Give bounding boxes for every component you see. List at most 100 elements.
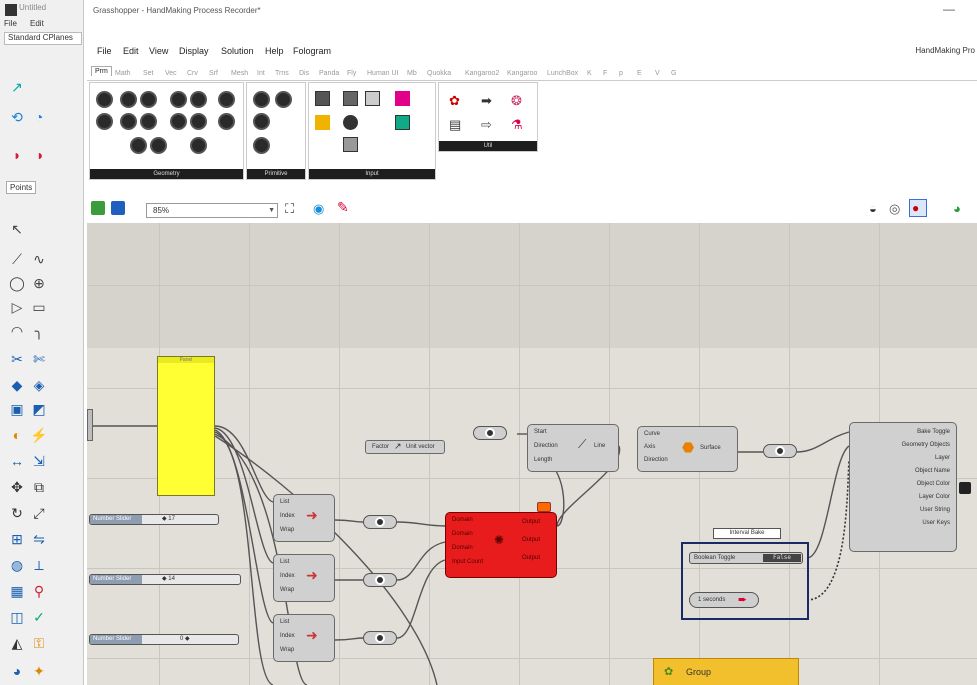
cache-param-icon[interactable]	[150, 137, 167, 154]
pin-icon[interactable]: ⚲	[30, 582, 48, 600]
slider-input-icon[interactable]	[315, 91, 330, 106]
yellow-panel[interactable]: Panel	[157, 356, 215, 496]
menu-view[interactable]: View	[149, 46, 168, 56]
tab-sets[interactable]: Set	[143, 70, 154, 77]
timer-component[interactable]: 1 seconds ➨	[689, 592, 759, 608]
text-icon[interactable]: ⇲	[30, 452, 48, 470]
box-icon[interactable]: ▣	[8, 400, 26, 418]
tab-f[interactable]: F	[603, 70, 607, 77]
menu-file[interactable]: File	[97, 46, 112, 56]
measure-icon[interactable]: ⟂	[30, 556, 48, 574]
list-input-icon[interactable]	[365, 91, 380, 106]
pointer-icon[interactable]: ↖	[8, 220, 26, 238]
canvas-edge-component[interactable]	[87, 409, 93, 441]
tab-panda[interactable]: Panda	[319, 70, 339, 77]
zoom-extents-icon[interactable]: ⛶	[285, 201, 294, 217]
polyline-icon[interactable]: ⟋	[8, 250, 26, 268]
lock-icon[interactable]: ⚿	[30, 634, 48, 652]
geometry-param-icon[interactable]	[218, 113, 235, 130]
red-error-component[interactable]: Domain Domain Domain Input Count ✺ Outpu…	[445, 512, 557, 578]
preview-wire-icon[interactable]: ◎	[889, 201, 900, 217]
tab-fly[interactable]: Fly	[347, 70, 356, 77]
bead-icon[interactable]: ❂	[511, 93, 522, 109]
number-param-icon[interactable]	[253, 113, 270, 130]
extrude-component[interactable]: Curve Axis Direction ⬣ Surface	[637, 426, 738, 472]
number-slider-2[interactable]: Number Slider ◆ 14	[89, 574, 241, 585]
bake-component[interactable]: Bake Toggle Geometry Objects Layer Objec…	[849, 422, 957, 552]
number-slider-1[interactable]: Number Slider ◆ 17	[89, 514, 219, 525]
options-icon[interactable]: ◕	[8, 662, 26, 680]
pipeline-param-icon[interactable]	[190, 137, 207, 154]
check-icon[interactable]: ✓	[30, 608, 48, 626]
grid-icon[interactable]: ▦	[8, 582, 26, 600]
sketch-pen-icon[interactable]: ✎	[337, 199, 349, 216]
solid-icon[interactable]: ◩	[30, 400, 48, 418]
tab-lunchbox[interactable]: LunchBox	[547, 70, 578, 77]
data-dam-icon[interactable]: ▤	[449, 117, 461, 133]
surface-icon[interactable]: ◆	[8, 376, 26, 394]
circle-center-icon[interactable]: ⊕	[30, 274, 48, 292]
relay-node-5[interactable]	[763, 444, 797, 458]
toggle-input-icon[interactable]	[343, 115, 358, 130]
tab-e[interactable]: E	[637, 70, 642, 77]
tab-kangaroo2[interactable]: Kangaroo2	[465, 70, 499, 77]
tab-curve[interactable]: Crv	[187, 70, 198, 77]
tab-display[interactable]: Dis	[299, 70, 309, 77]
polygon-icon[interactable]: ▷	[8, 298, 26, 316]
tab-g[interactable]: G	[671, 70, 676, 77]
loft-icon[interactable]: ◈	[30, 376, 48, 394]
save-file-icon[interactable]	[111, 201, 125, 215]
menu-fologram[interactable]: Fologram	[293, 46, 331, 56]
relay-node-3[interactable]	[363, 631, 397, 645]
trim-icon[interactable]: ✂	[8, 350, 26, 368]
layer-icon[interactable]: ◫	[8, 608, 26, 626]
tab-mb[interactable]: Mb	[407, 70, 417, 77]
shaded-view-icon[interactable]: ◗	[8, 146, 26, 164]
boolean-icon[interactable]: ◐	[8, 426, 26, 444]
menu-edit[interactable]: Edit	[123, 46, 139, 56]
rhino-tab-standard[interactable]: Standard CPlanes	[4, 32, 82, 45]
integer-param-icon[interactable]	[253, 137, 270, 154]
points-checkbox[interactable]: Points	[6, 181, 37, 194]
tab-maths[interactable]: Math	[115, 70, 131, 77]
tab-quokka[interactable]: Quokka	[427, 70, 451, 77]
colour-swatch-icon[interactable]	[395, 91, 410, 106]
arc-icon[interactable]: ◠	[8, 322, 26, 340]
tab-kangaroo[interactable]: Kangaroo	[507, 70, 537, 77]
curve-icon[interactable]: ∿	[30, 250, 48, 268]
dimension-icon[interactable]: ↔	[8, 452, 26, 470]
boolean-param-icon[interactable]	[253, 91, 270, 108]
list-item-component-2[interactable]: List Index Wrap ➜	[273, 554, 335, 602]
relay-arrow-icon[interactable]: ⇨	[481, 117, 492, 133]
tab-mesh[interactable]: Mesh	[231, 70, 248, 77]
fillet-icon[interactable]: ╮	[30, 322, 48, 340]
number-slider-3[interactable]: Number Slider 0 ◆	[89, 634, 239, 645]
tab-v[interactable]: V	[655, 70, 660, 77]
button-input-icon[interactable]	[315, 115, 330, 130]
cherry-icon[interactable]: ✿	[449, 93, 460, 109]
text-param-icon[interactable]	[275, 91, 292, 108]
rhino-menu-edit[interactable]: Edit	[30, 19, 44, 28]
brep-param-icon[interactable]	[140, 113, 157, 130]
document-preview-icon[interactable]: ◕	[953, 201, 961, 216]
preview-shaded-icon[interactable]: ◒	[869, 201, 877, 216]
menu-solution[interactable]: Solution	[221, 46, 254, 56]
relay-node-2[interactable]	[363, 573, 397, 587]
line-param-icon[interactable]	[170, 91, 187, 108]
circle-icon[interactable]: ◯	[8, 274, 26, 292]
tab-vector[interactable]: Vec	[165, 70, 177, 77]
unit-vector-component[interactable]: Factor ↗ Unit vector	[365, 440, 445, 454]
curve-param-icon[interactable]	[96, 113, 113, 130]
open-file-icon[interactable]	[91, 201, 105, 215]
tab-params[interactable]: Prm	[91, 66, 112, 76]
mesh-param-icon[interactable]	[170, 113, 187, 130]
vector-param-icon[interactable]	[120, 91, 137, 108]
minimize-button[interactable]: —	[943, 2, 955, 16]
rotate-view-icon[interactable]: ⟲	[8, 108, 26, 126]
tab-human-ui[interactable]: Human UI	[367, 70, 399, 77]
group-component[interactable]: ✿ Group	[653, 658, 799, 685]
rhino-menu-file[interactable]: File	[4, 19, 17, 28]
relay-node-1[interactable]	[363, 515, 397, 529]
move-icon[interactable]: ✥	[8, 478, 26, 496]
hide-icon[interactable]: ◭	[8, 634, 26, 652]
